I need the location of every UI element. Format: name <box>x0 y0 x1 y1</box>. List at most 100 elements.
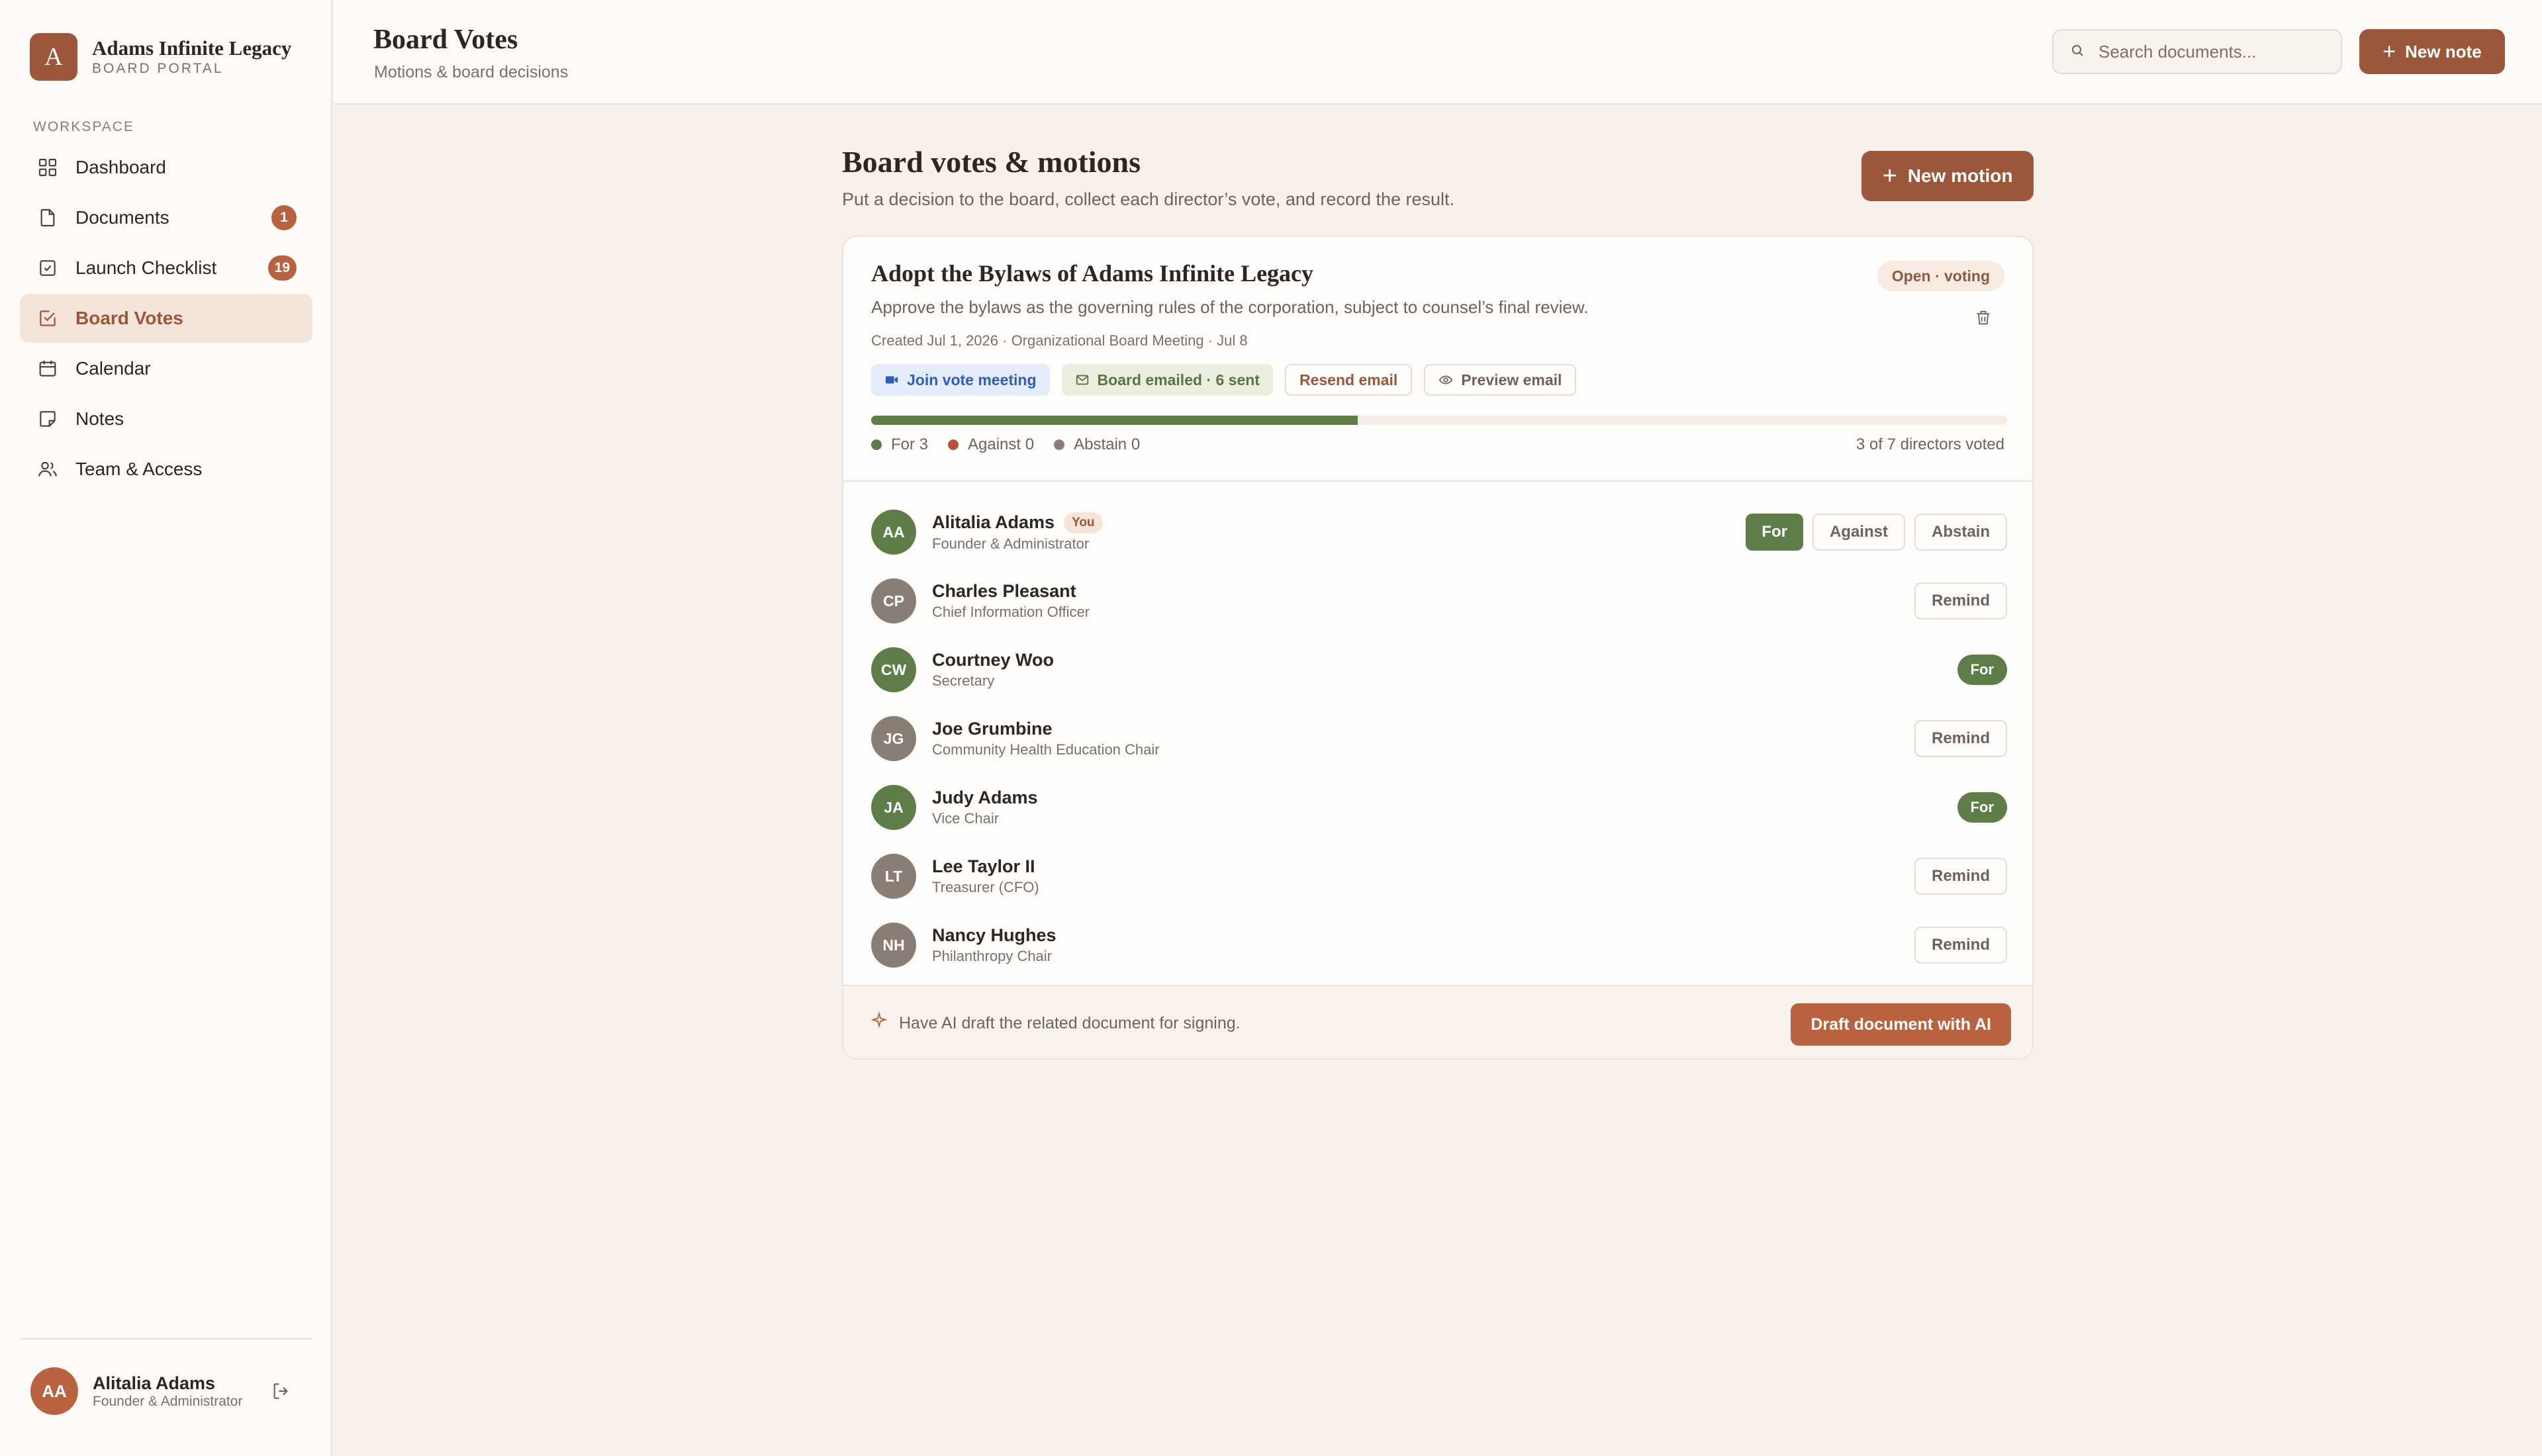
vote-progress-bar <box>871 416 2007 425</box>
director-role: Founder & Administrator <box>932 535 1090 552</box>
sidebar-item-label: Launch Checklist <box>75 257 217 278</box>
user-info: Alitalia Adams Founder & Administrator <box>93 1373 258 1410</box>
sidebar-item-label: Documents <box>75 207 169 228</box>
avatar: LT <box>871 854 916 899</box>
vote-actions: For <box>1957 773 2007 842</box>
director-name: Charles Pleasant <box>932 581 1076 601</box>
director-role: Community Health Education Chair <box>932 741 1160 758</box>
sidebar-item-label: Team & Access <box>75 459 203 479</box>
grid-icon <box>36 156 60 179</box>
tally-abstain-label: Abstain 0 <box>1074 435 1141 453</box>
director-info: Courtney Woo Secretary <box>932 650 1054 690</box>
voted-for-badge: For <box>1957 655 2007 685</box>
logout-icon[interactable] <box>267 1378 294 1404</box>
documents-count-badge: 1 <box>271 205 297 230</box>
checkbox-icon <box>36 256 60 280</box>
sidebar-item-dashboard[interactable]: Dashboard <box>20 143 312 192</box>
director-list: AA Alitalia Adams You Founder & Administ… <box>871 498 2007 979</box>
sidebar-item-launch-checklist[interactable]: Launch Checklist 19 <box>20 244 312 293</box>
director-role: Secretary <box>932 672 995 689</box>
motion-description: Approve the bylaws as the governing rule… <box>871 297 1589 317</box>
director-info: Lee Taylor II Treasurer (CFO) <box>932 856 1039 896</box>
tally-against-label: Against 0 <box>968 435 1035 453</box>
remind-button[interactable]: Remind <box>1914 858 2007 895</box>
sidebar: A Adams Infinite Legacy BOARD PORTAL WOR… <box>0 0 332 1456</box>
users-icon <box>36 457 60 481</box>
draft-document-button[interactable]: Draft document with AI <box>1791 1003 2011 1046</box>
tally-for: For 3 <box>871 435 928 454</box>
ai-prompt-text: Have AI draft the related document for s… <box>899 1014 1241 1032</box>
brand-name: Adams Infinite Legacy <box>92 36 292 60</box>
new-note-label: New note <box>2405 41 2482 62</box>
avatar: NH <box>871 923 916 968</box>
director-info: Joe Grumbine Community Health Education … <box>932 719 1160 758</box>
sidebar-item-label: Board Votes <box>75 308 183 328</box>
new-motion-button[interactable]: + New motion <box>1861 151 2034 201</box>
motion-title: Adopt the Bylaws of Adams Infinite Legac… <box>871 260 1314 287</box>
director-role: Philanthropy Chair <box>932 948 1052 964</box>
sidebar-item-board-votes[interactable]: Board Votes <box>20 294 312 343</box>
join-label: Join vote meeting <box>907 371 1037 388</box>
sidebar-user-profile: AA Alitalia Adams Founder & Administrato… <box>20 1338 312 1415</box>
vote-actions: Remind <box>1905 704 2007 773</box>
resend-label: Resend email <box>1299 371 1398 388</box>
vote-actions: For <box>1957 635 2007 704</box>
director-role: Chief Information Officer <box>932 604 1090 620</box>
vote-progress-fill <box>871 416 1358 425</box>
join-vote-meeting-button[interactable]: Join vote meeting <box>871 364 1050 396</box>
sidebar-item-team-access[interactable]: Team & Access <box>20 445 312 494</box>
tally-for-label: For 3 <box>891 435 929 453</box>
director-role: Vice Chair <box>932 810 1000 827</box>
preview-email-button[interactable]: Preview email <box>1424 364 1577 396</box>
vote-actions: Remind <box>1905 911 2007 979</box>
section-title: Board votes & motions <box>842 145 1141 179</box>
resend-email-button[interactable]: Resend email <box>1284 364 1413 396</box>
plus-icon: + <box>1882 161 1897 190</box>
vote-against-button[interactable]: Against <box>1812 514 1905 551</box>
list-item: JA Judy Adams Vice Chair For <box>871 773 2007 842</box>
sidebar-item-label: Calendar <box>75 358 151 379</box>
avatar: JA <box>871 785 916 830</box>
trash-icon[interactable] <box>1974 308 1998 332</box>
sidebar-item-notes[interactable]: Notes <box>20 394 312 443</box>
sidebar-item-documents[interactable]: Documents 1 <box>20 193 312 242</box>
eye-icon <box>1439 375 1453 385</box>
new-note-button[interactable]: + New note <box>2359 29 2505 74</box>
sidebar-item-label: Dashboard <box>75 157 166 177</box>
list-item: LT Lee Taylor II Treasurer (CFO) Remind <box>871 842 2007 911</box>
checklist-count-badge: 19 <box>267 255 297 281</box>
search-box <box>2052 29 2342 74</box>
list-item: AA Alitalia Adams You Founder & Administ… <box>871 498 2007 567</box>
list-item: NH Nancy Hughes Philanthropy Chair Remin… <box>871 911 2007 979</box>
brand-text: Adams Infinite Legacy BOARD PORTAL <box>92 36 291 77</box>
remind-button[interactable]: Remind <box>1914 582 2007 619</box>
remind-button[interactable]: Remind <box>1914 927 2007 964</box>
sidebar-item-label: Notes <box>75 408 124 429</box>
sidebar-item-calendar[interactable]: Calendar <box>20 344 312 393</box>
user-name: Alitalia Adams <box>93 1373 216 1393</box>
director-name: Joe Grumbine <box>932 719 1053 739</box>
motion-meta: Created Jul 1, 2026 · Organizational Boa… <box>871 332 1248 349</box>
remind-button[interactable]: Remind <box>1914 720 2007 757</box>
sidebar-nav: Dashboard Documents 1 Launch Checklist 1… <box>20 143 312 495</box>
motion-actions: Join vote meeting Board emailed · 6 sent… <box>871 364 1588 396</box>
tally-against: Against 0 <box>948 435 1034 454</box>
vote-abstain-button[interactable]: Abstain <box>1914 514 2007 551</box>
list-item: CW Courtney Woo Secretary For <box>871 635 2007 704</box>
director-name: Nancy Hughes <box>932 925 1057 945</box>
director-info: Alitalia Adams You Founder & Administrat… <box>932 512 1103 553</box>
vote-actions: Remind <box>1905 567 2007 635</box>
brand[interactable]: A Adams Infinite Legacy BOARD PORTAL <box>30 33 291 81</box>
vote-for-button[interactable]: For <box>1746 514 1803 551</box>
for-dot <box>871 439 882 450</box>
voted-for-badge: For <box>1957 792 2007 823</box>
avatar: CW <box>871 647 916 692</box>
director-name: Lee Taylor II <box>932 856 1035 876</box>
you-badge: You <box>1064 512 1103 533</box>
search-input[interactable] <box>2098 41 2337 62</box>
avatar[interactable]: AA <box>30 1367 78 1415</box>
preview-label: Preview email <box>1461 371 1562 388</box>
vote-actions: Remind <box>1905 842 2007 911</box>
page-subtitle: Motions & board decisions <box>374 63 569 81</box>
video-icon <box>885 376 898 384</box>
